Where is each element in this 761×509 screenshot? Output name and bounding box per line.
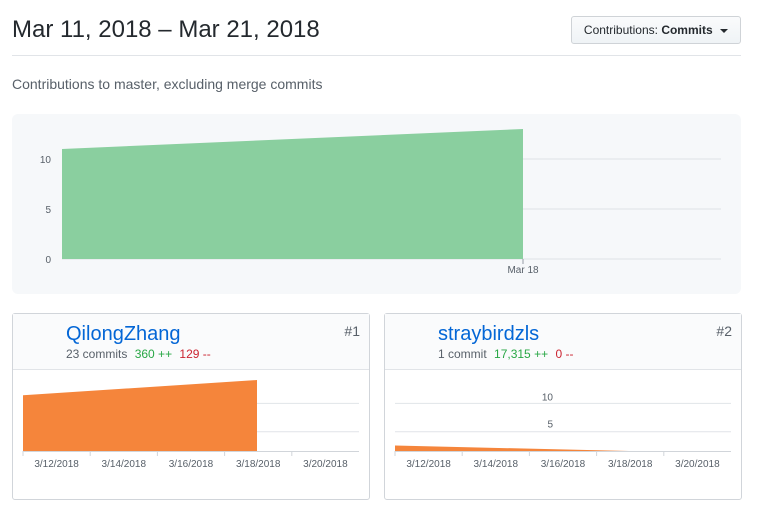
x-tick-label: 3/16/2018 bbox=[169, 459, 214, 470]
additions-count: 360 ++ bbox=[134, 347, 173, 361]
contributions-label: Contributions: bbox=[583, 23, 658, 37]
contributor-stats: 1 commit 17,315 ++ 0 -- bbox=[438, 347, 573, 361]
x-tick-label: 3/18/2018 bbox=[608, 459, 653, 470]
avatar[interactable] bbox=[392, 321, 430, 359]
contributor-card-2: straybirdzls 1 commit 17,315 ++ 0 -- #2 … bbox=[384, 313, 742, 500]
y-tick-label: 0 bbox=[45, 255, 51, 266]
contributor-username-link[interactable]: straybirdzls bbox=[438, 321, 539, 347]
y-tick-label: 10 bbox=[40, 155, 52, 166]
chevron-down-icon bbox=[720, 28, 728, 33]
x-tick-label: 3/16/2018 bbox=[541, 459, 586, 470]
contributions-dropdown-button[interactable]: Contributions: Commits bbox=[570, 16, 741, 44]
contributor-chart-2: 5 10 3/12/2018 3/14/2018 3/16/2018 3/18/2018 3… bbox=[394, 392, 731, 470]
contributions-area bbox=[395, 445, 629, 451]
x-tick-label: 3/20/2018 bbox=[675, 459, 720, 470]
deletions-count: 0 -- bbox=[555, 347, 574, 361]
contributor-rank: #2 bbox=[716, 323, 732, 339]
contributions-subtitle: Contributions to master, excluding merge… bbox=[12, 76, 323, 92]
commits-count-link[interactable]: 23 commits bbox=[66, 347, 127, 361]
deletions-count: 129 -- bbox=[179, 347, 211, 361]
y-tick-label: 5 bbox=[45, 205, 51, 216]
y-tick-label: 10 bbox=[542, 392, 554, 403]
contributions-area bbox=[23, 380, 257, 451]
y-tick-label: 5 bbox=[547, 420, 553, 431]
x-tick-label: 3/12/2018 bbox=[406, 459, 451, 470]
x-tick-label: Mar 18 bbox=[507, 265, 539, 276]
contributor-stats: 23 commits 360 ++ 129 -- bbox=[66, 347, 211, 361]
main-contributions-chart: 0 5 10 Mar 18 bbox=[12, 114, 741, 294]
contributor-card-header: straybirdzls 1 commit 17,315 ++ 0 -- #2 bbox=[385, 314, 741, 370]
x-tick-label: 3/14/2018 bbox=[102, 459, 147, 470]
x-tick-label: 3/12/2018 bbox=[34, 459, 79, 470]
x-tick-label: 3/14/2018 bbox=[474, 459, 519, 470]
x-tick-label: 3/20/2018 bbox=[303, 459, 348, 470]
page-header: Mar 11, 2018 – Mar 21, 2018 Contribution… bbox=[12, 14, 741, 56]
contributor-username-link[interactable]: QilongZhang bbox=[66, 321, 181, 347]
contributions-value: Commits bbox=[661, 23, 713, 37]
x-tick-label: 3/18/2018 bbox=[236, 459, 281, 470]
additions-count: 17,315 ++ bbox=[494, 347, 549, 361]
contributor-card-1: QilongZhang 23 commits 360 ++ 129 -- #1 … bbox=[12, 313, 370, 500]
main-chart-svg: 0 5 10 Mar 18 bbox=[40, 129, 721, 276]
date-range-title: Mar 11, 2018 – Mar 21, 2018 bbox=[12, 16, 320, 43]
contributor-rank: #1 bbox=[344, 323, 360, 339]
avatar[interactable] bbox=[20, 321, 58, 359]
commits-count-link[interactable]: 1 commit bbox=[438, 347, 487, 361]
contributor-card-header: QilongZhang 23 commits 360 ++ 129 -- #1 bbox=[13, 314, 369, 370]
contributor-chart-1: 3/12/2018 3/14/2018 3/16/2018 3/18/2018 3/20… bbox=[22, 380, 359, 470]
commits-area bbox=[62, 129, 523, 259]
